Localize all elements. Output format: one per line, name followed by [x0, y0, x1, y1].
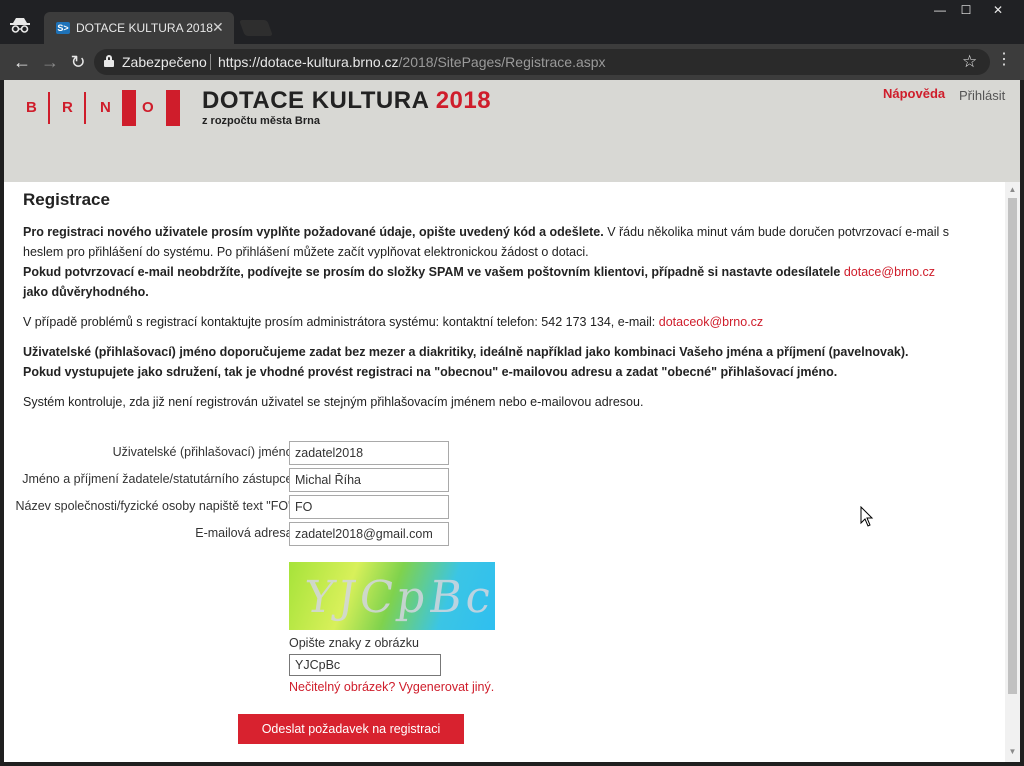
window-minimize-button[interactable]: —: [928, 1, 952, 19]
back-arrow-icon[interactable]: ←: [10, 50, 34, 74]
intro-paragraph: Pro registraci nového uživatele prosím v…: [23, 222, 983, 302]
site-header: B R N O DOTACE KULTURA 2018 z rozpočtu m…: [4, 80, 1020, 182]
site-favicon-icon: S>: [56, 22, 70, 34]
username-label: Uživatelské (přihlašovací) jméno:: [112, 445, 296, 459]
site-subtitle: z rozpočtu města Brna: [202, 115, 320, 127]
spam-note: Pokud potvrzovací e-mail neobdržíte, pod…: [23, 265, 841, 279]
registration-content: Registrace Pro registraci nového uživate…: [23, 190, 983, 422]
help-link[interactable]: Nápověda: [883, 86, 945, 101]
logo-block: [122, 90, 136, 126]
browser-menu-icon[interactable]: ⋮: [996, 52, 1012, 68]
support-email-link[interactable]: dotaceok@brno.cz: [659, 315, 763, 329]
company-input[interactable]: [289, 495, 449, 519]
page-title: Registrace: [23, 190, 110, 209]
system-check-note: Systém kontroluje, zda již není registro…: [23, 395, 644, 409]
logo-letter-o: O: [142, 99, 154, 116]
web-page: B R N O DOTACE KULTURA 2018 z rozpočtu m…: [4, 80, 1020, 762]
email-label: E-mailová adresa:: [195, 526, 296, 540]
logo-bar: [48, 92, 50, 124]
logo-bar: [84, 92, 86, 124]
contact-paragraph: V případě problémů s registrací kontaktu…: [23, 312, 983, 332]
logo-letter-b: B: [26, 99, 37, 116]
company-label: Název společnosti/fyzické osoby napiště …: [15, 499, 296, 513]
fullname-input[interactable]: [289, 468, 449, 492]
intro-bold: Pro registraci nového uživatele prosím v…: [23, 225, 604, 239]
secure-label: Zabezpečeno: [122, 54, 207, 70]
window-maximize-button[interactable]: ☐: [954, 1, 978, 19]
site-title: DOTACE KULTURA 2018: [202, 87, 492, 114]
trusted-note: jako důvěryhodného.: [23, 285, 149, 299]
browser-tab[interactable]: S> DOTACE KULTURA 2018 - R ✕: [44, 12, 234, 44]
fullname-label: Jméno a příjmení žadatele/statutárního z…: [22, 472, 296, 486]
captcha-label: Opište znaky z obrázku: [289, 636, 419, 650]
sender-email-link[interactable]: dotace@brno.cz: [844, 265, 935, 279]
page-scrollbar[interactable]: ▲ ▼: [1005, 182, 1020, 762]
captcha-image: YJCpBc: [289, 562, 495, 630]
captcha-text: YJCpBc: [301, 572, 495, 623]
logo-block: [166, 90, 180, 126]
captcha-input[interactable]: [289, 654, 441, 676]
form-row-company: Název společnosti/fyzické osoby napiště …: [4, 495, 464, 519]
tab-close-icon[interactable]: ✕: [212, 19, 224, 36]
incognito-icon: [10, 17, 32, 35]
logo-letter-r: R: [62, 99, 73, 116]
tab-title: DOTACE KULTURA 2018 - R: [76, 21, 216, 35]
form-row-email: E-mailová adresa:: [4, 522, 464, 546]
username-tip-2: Pokud vystupujete jako sdružení, tak je …: [23, 365, 838, 379]
reload-icon[interactable]: ↻: [66, 50, 90, 74]
scroll-down-arrow-icon[interactable]: ▼: [1005, 746, 1020, 758]
contact-text: V případě problémů s registrací kontaktu…: [23, 315, 656, 329]
regenerate-captcha-link[interactable]: Nečitelný obrázek? Vygenerovat jiný.: [289, 680, 494, 694]
scrollbar-thumb[interactable]: [1008, 198, 1017, 694]
submit-registration-button[interactable]: Odeslat požadavek na registraci: [238, 714, 464, 744]
site-year: 2018: [435, 87, 492, 114]
browser-toolbar: ← → ↻ Zabezpečeno https://dotace-kultura…: [0, 44, 1024, 80]
login-link[interactable]: Přihlásit: [959, 88, 1005, 103]
username-tips: Uživatelské (přihlašovací) jméno doporuč…: [23, 342, 983, 382]
forward-arrow-icon[interactable]: →: [38, 50, 62, 74]
address-bar[interactable]: Zabezpečeno https://dotace-kultura.brno.…: [94, 49, 990, 75]
username-tip-1: Uživatelské (přihlašovací) jméno doporuč…: [23, 345, 909, 359]
form-row-fullname: Jméno a příjmení žadatele/statutárního z…: [4, 468, 464, 492]
bookmark-star-icon[interactable]: ☆: [962, 52, 977, 72]
address-separator: [210, 54, 211, 70]
lock-icon: [104, 55, 114, 67]
username-input[interactable]: [289, 441, 449, 465]
new-tab-button[interactable]: [239, 20, 273, 36]
scroll-up-arrow-icon[interactable]: ▲: [1005, 184, 1020, 196]
email-input[interactable]: [289, 522, 449, 546]
form-row-username: Uživatelské (přihlašovací) jméno:: [4, 441, 464, 465]
window-close-button[interactable]: ✕: [980, 1, 1016, 19]
logo-letter-n: N: [100, 99, 111, 116]
browser-titlebar: S> DOTACE KULTURA 2018 - R ✕ — ☐ ✕: [0, 0, 1024, 44]
url-text[interactable]: https://dotace-kultura.brno.cz/2018/Site…: [218, 54, 606, 70]
